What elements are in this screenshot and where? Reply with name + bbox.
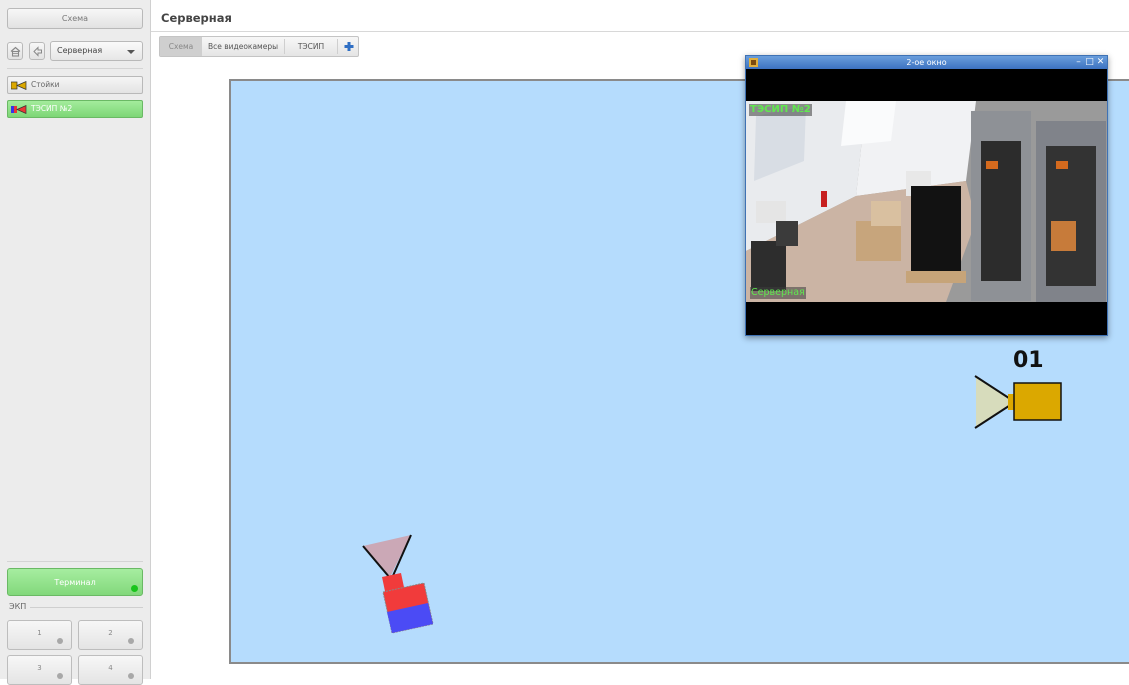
tab-all-cameras[interactable]: Все видеокамеры [202, 37, 284, 56]
ekp-button-label: 1 [37, 629, 42, 637]
page-title: Серверная [161, 11, 232, 25]
location-select[interactable]: Серверная [50, 41, 143, 61]
osd-camera-name: ТЭСИП №2 [749, 104, 812, 116]
maximize-icon[interactable]: □ [1085, 58, 1094, 67]
back-arrow-icon [33, 46, 42, 57]
ekp-button-4[interactable]: 4 [78, 655, 143, 685]
camera-item-label: ТЭСИП №2 [31, 104, 73, 113]
schema-button[interactable]: Схема [7, 8, 143, 29]
video-window[interactable]: 2-ое окно – □ ✕ ТЭСИП №2 Серверная [745, 55, 1108, 336]
ekp-button-1[interactable]: 1 [7, 620, 72, 650]
camera-item-label: Стойки [31, 80, 60, 89]
minimize-icon[interactable]: – [1074, 58, 1083, 67]
video-window-titlebar[interactable]: 2-ое окно – □ ✕ [746, 56, 1107, 69]
back-button[interactable] [29, 42, 45, 60]
tab-bar: Схема Все видеокамеры ТЭСИП [159, 36, 359, 57]
video-feed[interactable]: ТЭСИП №2 Серверная [746, 101, 1107, 302]
status-indicator [57, 673, 63, 679]
camera-number-label: 01 [1013, 348, 1044, 373]
ekp-button-2[interactable]: 2 [78, 620, 143, 650]
divider [337, 39, 338, 54]
status-indicator [131, 585, 138, 592]
ekp-button-3[interactable]: 3 [7, 655, 72, 685]
camera-item-stoiki[interactable]: Стойки [7, 76, 143, 94]
terminal-label: Терминал [54, 578, 96, 587]
location-select-value: Серверная [57, 46, 103, 55]
home-button[interactable] [7, 42, 23, 60]
status-indicator [57, 638, 63, 644]
video-window-title: 2-ое окно [906, 58, 947, 67]
camera-red-blue-icon [11, 105, 27, 114]
camera-tesip-marker[interactable] [355, 530, 440, 635]
status-indicator [128, 673, 134, 679]
ekp-button-label: 3 [37, 664, 42, 672]
chevron-down-icon [127, 50, 135, 54]
add-tab-icon[interactable] [341, 39, 357, 54]
camera-gold-icon [11, 81, 27, 90]
tab-tesip[interactable]: ТЭСИП [285, 37, 337, 56]
ekp-button-label: 2 [108, 629, 113, 637]
close-icon[interactable]: ✕ [1096, 58, 1105, 67]
tab-schema[interactable]: Схема [160, 37, 202, 56]
terminal-button[interactable]: Терминал [7, 568, 143, 596]
divider [7, 68, 143, 69]
sidebar: Схема Серверная Стойки ТЭСИП №2 Терминал… [0, 0, 151, 685]
ekp-label: ЭКП [9, 602, 27, 611]
status-indicator [128, 638, 134, 644]
video-frame-image [746, 101, 1107, 302]
camera-01-marker[interactable] [970, 372, 1065, 432]
home-icon [10, 46, 21, 57]
divider [30, 607, 143, 608]
app-icon [749, 58, 758, 67]
camera-item-tesip-2[interactable]: ТЭСИП №2 [7, 100, 143, 118]
divider [151, 31, 1129, 32]
osd-location: Серверная [750, 287, 806, 299]
ekp-button-label: 4 [108, 664, 113, 672]
divider [7, 561, 143, 562]
